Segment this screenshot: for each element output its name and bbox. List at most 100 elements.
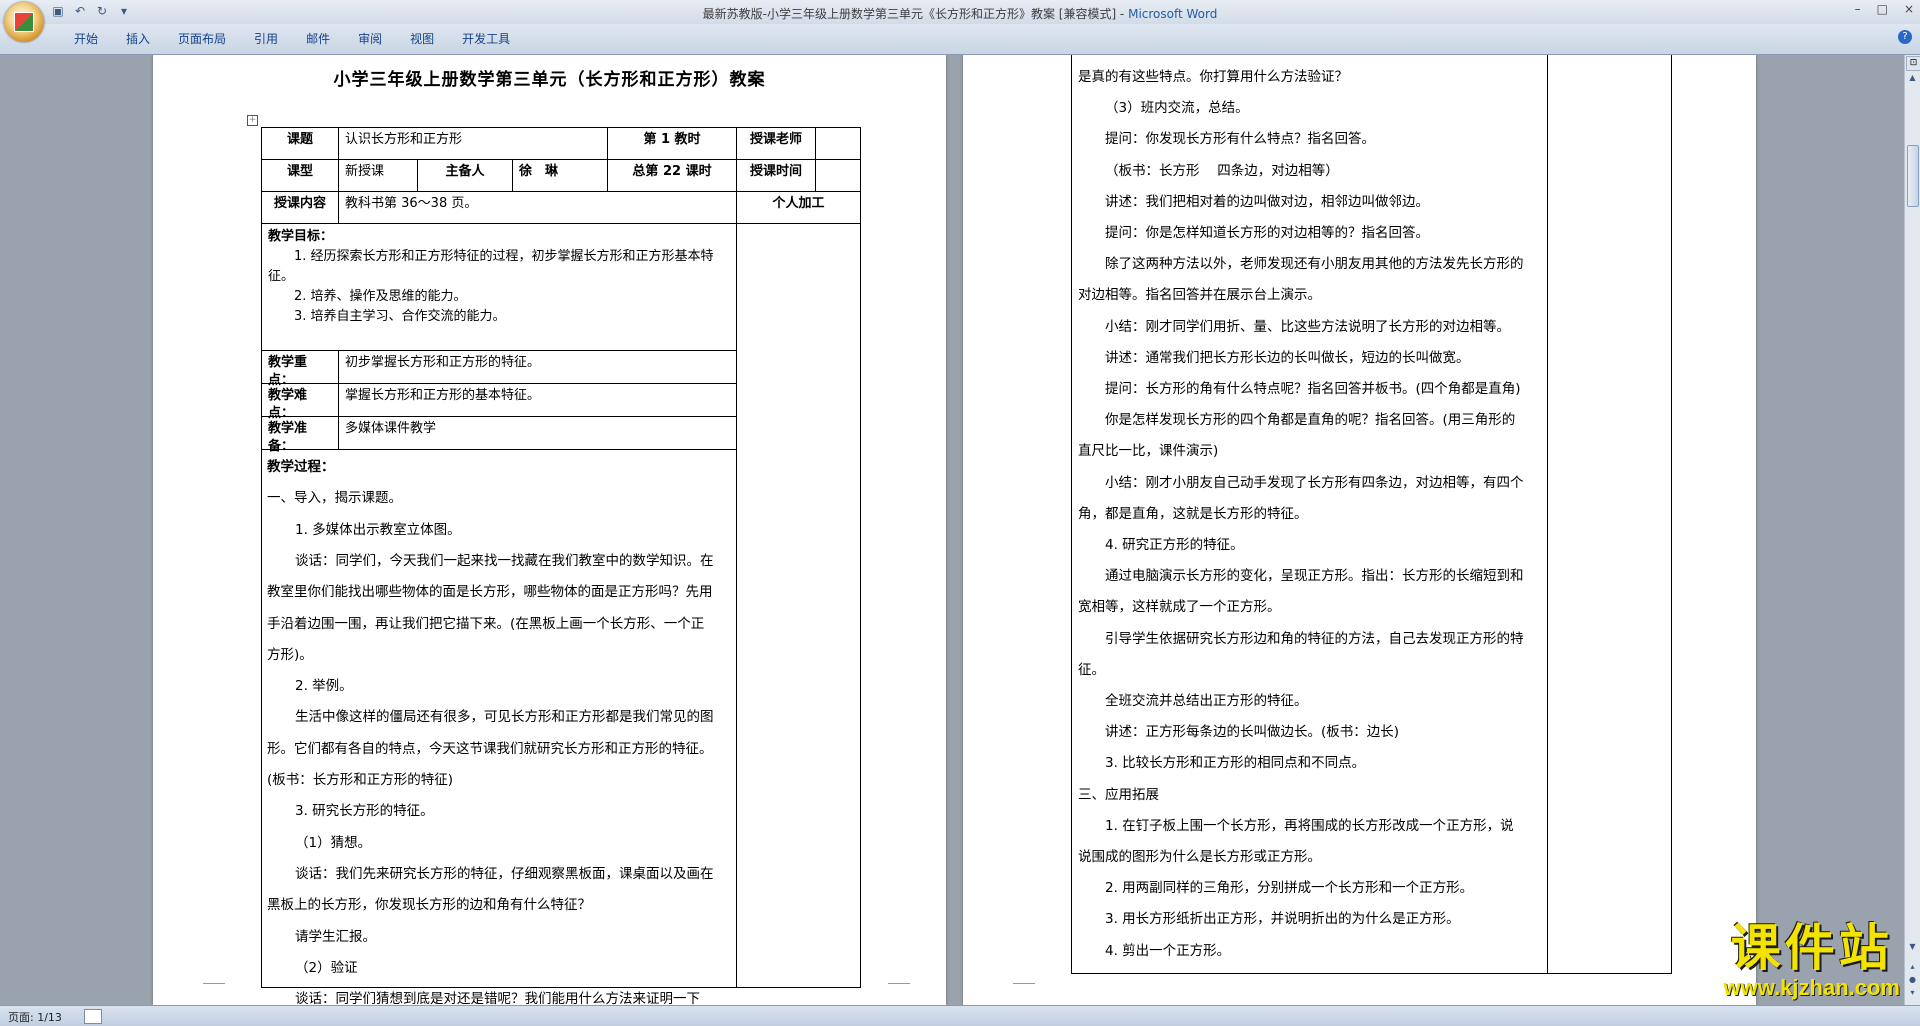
process-line: 生活中像这样的僵局还有很多，可见长方形和正方形都是我们常见的图 — [295, 709, 714, 726]
page-2: 是真的有这些特点。你打算用什么方法验证？ （3）班内交流，总结。提问：你发现长方形… — [963, 55, 1756, 1005]
process-line: 2. 举例。 — [295, 678, 353, 695]
value-teacher — [815, 127, 861, 160]
label-lesson-type: 课型 — [261, 159, 339, 192]
page-2-line: 4. 研究正方形的特征。 — [1105, 537, 1244, 553]
table-border — [1071, 973, 1672, 974]
next-page-icon[interactable]: ▾ — [1906, 986, 1919, 999]
process-line: 教室里你们能找出哪些物体的面是长方形，哪些物体的面是正方形吗？先用 — [267, 584, 713, 601]
process-line: 方形)。 — [267, 646, 313, 663]
page-2-line: 提问：长方形的角有什么特点呢？指名回答并板书。(四个角都是直角) — [1105, 381, 1521, 397]
page-2-line: 你是怎样发现长方形的四个角都是直角的呢？指名回答。(用三角形的 — [1105, 412, 1516, 429]
process-line: 谈话：同学们，今天我们一起来找一找藏在我们教室中的数学知识。在 — [295, 552, 714, 569]
browse-object-icon[interactable]: ● — [1906, 973, 1919, 986]
process-line: 1. 多媒体出示教室立体图。 — [295, 521, 461, 538]
page-2-line: 通过电脑演示长方形的变化，呈现正方形。指出：长方形的长缩短到和 — [1105, 568, 1524, 585]
scroll-down-icon[interactable]: ▼ — [1906, 940, 1919, 953]
page-2-line: 除了这两种方法以外，老师发现还有小朋友用其他的方法发先长方形的 — [1105, 256, 1524, 273]
page-2-line: 3. 比较长方形和正方形的相同点和不同点。 — [1105, 755, 1366, 772]
process-line: 形。它们都有各自的特点，今天这节课我们就研究长方形和正方形的特征。 — [267, 740, 713, 757]
page-2-line: 提问：你是怎样知道长方形的对边相等的？指名回答。 — [1105, 225, 1429, 241]
title-bar: ▣ ↶ ↻ ▾ 最新苏教版-小学三年级上册数学第三单元《长方形和正方形》教案 [… — [0, 0, 1920, 42]
process-line: 3. 研究长方形的特征。 — [295, 803, 434, 820]
minimize-button[interactable]: – — [1855, 2, 1861, 16]
goals-heading: 教学目标： — [268, 229, 334, 244]
table-border — [1071, 55, 1072, 973]
goals-section: 教学目标： 1. 经历探索长方形和正方形特征的过程，初步掌握长方形和正方形基本特… — [261, 223, 737, 351]
close-button[interactable]: × — [1904, 2, 1914, 16]
page-2-line: 3. 用长方形纸折出正方形，并说明折出的为什么是正方形。 — [1105, 911, 1460, 928]
page-2-line: 小结：刚才同学们用折、量、比这些方法说明了长方形的对边相等。 — [1105, 318, 1510, 335]
process-line: 请学生汇报。 — [295, 928, 376, 945]
process-line: 谈话：同学们猜想到底是对还是错呢？我们能用什么方法来证明一下 — [295, 991, 700, 1005]
help-icon[interactable]: ? — [1898, 30, 1912, 44]
value-topic: 认识长方形和正方形 — [338, 127, 608, 160]
process-line: 教学过程： — [267, 459, 335, 475]
value-content: 教科书第 36～38 页。 — [338, 191, 737, 224]
page-2-line: 2. 用两副同样的三角形，分别拼成一个长方形和一个正方形。 — [1105, 880, 1474, 897]
page-counter[interactable]: 页面: 1/13 — [8, 1009, 62, 1025]
process-line: （1）猜想。 — [295, 834, 372, 851]
tab-view[interactable]: 视图 — [396, 30, 448, 48]
label-preparation: 教学准备： — [261, 416, 339, 454]
page-2-line: 宽相等，这样就成了一个正方形。 — [1078, 599, 1281, 616]
page-2-line: 讲述：通常我们把长方形长边的长叫做长，短边的长叫做宽。 — [1105, 349, 1470, 366]
window-title: 最新苏教版-小学三年级上册数学第三单元《长方形和正方形》教案 [兼容模式] - … — [0, 5, 1920, 22]
tab-mailings[interactable]: 邮件 — [292, 30, 344, 48]
page-2-line: 引导学生依据研究长方形边和角的特征的方法，自己去发现正方形的特 — [1105, 630, 1524, 647]
page-2-line: 三、应用拓展 — [1078, 786, 1159, 803]
page-2-line: 提问：你发现长方形有什么特点？指名回答。 — [1105, 131, 1375, 148]
page-2-line: 是真的有这些特点。你打算用什么方法验证？ — [1078, 69, 1348, 85]
prev-page-icon[interactable]: ▴ — [1906, 960, 1919, 973]
page-2-line: 说围成的图形为什么是长方形或正方形。 — [1078, 849, 1321, 865]
site-watermark: 课件站 www.kjzhan.com — [1724, 921, 1900, 1001]
table-move-handle-icon[interactable]: + — [247, 115, 258, 126]
label-session: 第 1 教时 — [607, 127, 737, 160]
value-preparer: 徐 琳 — [512, 159, 608, 192]
label-preparer: 主备人 — [417, 159, 513, 192]
label-difficulty: 教学难点： — [261, 383, 339, 421]
page-2-line: 直尺比一比，课件演示) — [1078, 443, 1219, 460]
personal-notes-column — [736, 223, 861, 988]
window-controls: – □ × — [1855, 2, 1914, 16]
office-button[interactable] — [4, 2, 44, 42]
page-corner-mark — [888, 983, 910, 1000]
goal-item: 1. 经历探索长方形和正方形特征的过程，初步掌握长方形和正方形基本特征。 — [268, 249, 714, 284]
label-personal-notes: 个人加工 — [736, 191, 861, 224]
page-2-line: 1. 在钉子板上围一个长方形，再将围成的长方形改成一个正方形，说 — [1105, 817, 1514, 834]
page-2-line: 讲述：我们把相对着的边叫做对边，相邻边叫做邻边。 — [1105, 193, 1429, 210]
page-2-line: 4. 剪出一个正方形。 — [1105, 942, 1231, 959]
ruler-toggle-icon[interactable]: ⊡ — [1906, 56, 1920, 71]
tab-page-layout[interactable]: 页面布局 — [164, 30, 240, 48]
ribbon: 开始 插入 页面布局 引用 邮件 审阅 视图 开发工具 — [0, 24, 1920, 55]
label-class-time: 授课时间 — [736, 159, 816, 192]
page-2-line: （3）班内交流，总结。 — [1105, 100, 1249, 117]
ribbon-tabs: 开始 插入 页面布局 引用 邮件 审阅 视图 开发工具 — [60, 30, 524, 48]
tab-insert[interactable]: 插入 — [112, 30, 164, 48]
status-bar: 页面: 1/13 — [0, 1005, 1920, 1026]
value-lesson-type: 新授课 — [338, 159, 418, 192]
value-class-time — [815, 159, 861, 192]
watermark-url: www.kjzhan.com — [1723, 975, 1900, 1000]
value-difficulty: 掌握长方形和正方形的基本特征。 — [338, 383, 737, 417]
process-line: 谈话：我们先来研究长方形的特征，仔细观察黑板面，课桌面以及画在 — [295, 865, 714, 882]
scroll-thumb[interactable] — [1907, 145, 1919, 207]
page-2-line: 对边相等。指名回答并在展示台上演示。 — [1078, 287, 1321, 304]
app-name: Microsoft Word — [1128, 7, 1218, 21]
page-2-line: 全班交流并总结出正方形的特征。 — [1105, 693, 1308, 709]
label-key-point: 教学重点： — [261, 350, 339, 388]
scroll-up-icon[interactable]: ▲ — [1906, 71, 1919, 84]
process-line: 黑板上的长方形，你发现长方形的边和角有什么特征？ — [267, 897, 591, 914]
vertical-scrollbar[interactable]: ⊡ ▲ ▼ ▴ ● ▾ — [1904, 55, 1920, 1005]
page-corner-mark — [203, 983, 225, 1000]
document-name: 最新苏教版-小学三年级上册数学第三单元《长方形和正方形》教案 [兼容模式] - — [702, 7, 1129, 21]
document-title: 小学三年级上册数学第三单元（长方形和正方形）教案 — [333, 70, 766, 90]
label-teacher: 授课老师 — [736, 127, 816, 160]
proofing-icon[interactable] — [84, 1009, 102, 1024]
tab-review[interactable]: 审阅 — [344, 30, 396, 48]
tab-home[interactable]: 开始 — [60, 30, 112, 48]
value-key-point: 初步掌握长方形和正方形的特征。 — [338, 350, 737, 384]
goal-item: 3. 培养自主学习、合作交流的能力。 — [294, 309, 506, 324]
maximize-button[interactable]: □ — [1877, 2, 1888, 16]
tab-developer[interactable]: 开发工具 — [448, 30, 524, 48]
tab-references[interactable]: 引用 — [240, 30, 292, 48]
